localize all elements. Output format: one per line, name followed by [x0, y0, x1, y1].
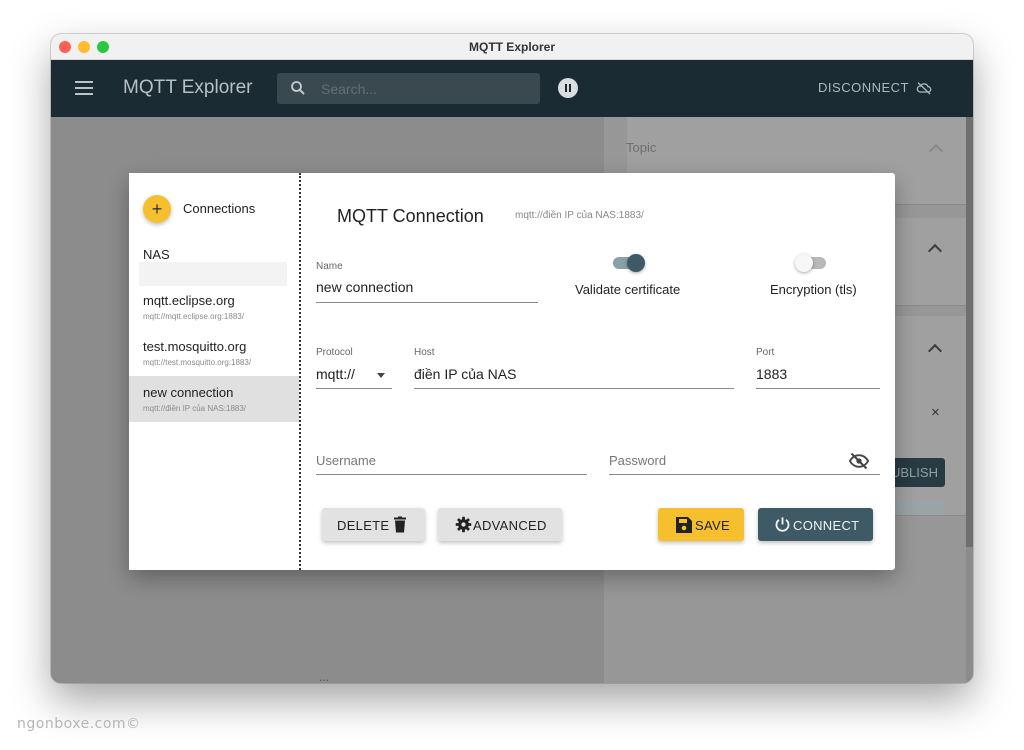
- delete-button[interactable]: DELETE: [322, 508, 425, 541]
- password-field[interactable]: Password: [609, 453, 666, 468]
- port-underline: [756, 388, 880, 389]
- connection-item-eclipse[interactable]: mqtt.eclipse.org mqtt://mqtt.eclipse.org…: [129, 283, 299, 329]
- clear-icon[interactable]: ×: [931, 404, 940, 421]
- save-label: SAVE: [695, 518, 730, 533]
- cloud-off-icon: [916, 82, 932, 95]
- connection-name: NAS: [143, 247, 170, 262]
- host-field[interactable]: điền IP của NAS: [414, 366, 516, 382]
- connection-url: mqtt://mqtt.eclipse.org:1883/: [143, 312, 244, 321]
- connection-item-new[interactable]: new connection mqtt://điền IP của NAS:18…: [129, 376, 299, 422]
- toggle-thumb: [795, 254, 813, 272]
- dialog-title: MQTT Connection: [337, 206, 484, 226]
- menu-icon[interactable]: [75, 81, 93, 95]
- scrollbar[interactable]: [966, 117, 973, 547]
- delete-label: DELETE: [337, 518, 390, 533]
- validate-certificate-label: Validate certificate: [575, 282, 681, 297]
- password-underline: [609, 474, 880, 475]
- window-title: MQTT Explorer: [468, 40, 555, 54]
- connections-header: Connections: [183, 201, 256, 216]
- app-title: MQTT Explorer: [123, 77, 253, 98]
- connection-form: MQTT Connection mqtt://điền IP của NAS:1…: [301, 173, 895, 570]
- search-placeholder: Search...: [321, 81, 378, 97]
- connection-url: mqtt://test.mosquitto.org:1883/: [143, 358, 252, 367]
- connection-name: test.mosquitto.org: [143, 339, 247, 354]
- advanced-button[interactable]: ADVANCED: [438, 508, 562, 541]
- dialog-subtitle: mqtt://điền IP của NAS:1883/: [515, 210, 644, 221]
- encryption-label: Encryption (tls): [770, 282, 857, 297]
- disconnect-button[interactable]: DISCONNECT: [818, 80, 909, 95]
- port-field[interactable]: 1883: [756, 366, 787, 382]
- visibility-off-icon[interactable]: [849, 452, 869, 470]
- title-bar: MQTT Explorer: [51, 34, 973, 60]
- trash-icon: [394, 516, 406, 533]
- name-underline: [316, 302, 538, 303]
- connect-button[interactable]: CONNECT: [758, 508, 873, 541]
- connection-item-mosquitto[interactable]: test.mosquitto.org mqtt://test.mosquitto…: [129, 330, 299, 376]
- add-connection-button[interactable]: +: [143, 195, 171, 223]
- connection-dialog: + Connections NAS mqtt.eclipse.org mqtt:…: [129, 173, 895, 570]
- connection-name: new connection: [143, 385, 234, 400]
- port-label: Port: [756, 347, 775, 358]
- connection-url: mqtt://điền IP của NAS:1883/: [143, 404, 247, 413]
- search-icon: [291, 81, 305, 95]
- publish-label: UBLISH: [891, 465, 938, 480]
- protocol-underline: [316, 388, 392, 389]
- gear-icon: [455, 516, 472, 533]
- protocol-label: Protocol: [316, 347, 353, 358]
- power-icon: [775, 517, 790, 532]
- name-label: Name: [316, 261, 343, 272]
- connections-sidebar: + Connections NAS mqtt.eclipse.org mqtt:…: [129, 173, 299, 570]
- name-field[interactable]: new connection: [316, 279, 413, 295]
- protocol-select[interactable]: mqtt://: [316, 366, 355, 382]
- search-input[interactable]: Search...: [277, 73, 540, 104]
- host-label: Host: [414, 347, 435, 358]
- save-button[interactable]: SAVE: [658, 508, 744, 541]
- dropdown-arrow-icon[interactable]: [377, 373, 385, 378]
- connect-label: CONNECT: [793, 518, 860, 533]
- pause-icon[interactable]: [558, 78, 578, 98]
- username-field[interactable]: Username: [316, 453, 376, 468]
- toggle-thumb: [627, 254, 645, 272]
- host-underline: [414, 388, 734, 389]
- username-underline: [316, 474, 587, 475]
- connection-name: mqtt.eclipse.org: [143, 293, 235, 308]
- disconnect-label: DISCONNECT: [818, 80, 909, 95]
- advanced-label: ADVANCED: [473, 518, 547, 533]
- save-icon: [676, 517, 692, 533]
- watermark: ngonboxe.com©: [17, 716, 141, 732]
- topic-label: Topic: [626, 140, 657, 155]
- app-bar: MQTT Explorer Search... DISCONNECT: [51, 60, 973, 117]
- resize-handle[interactable]: ...: [319, 670, 329, 683]
